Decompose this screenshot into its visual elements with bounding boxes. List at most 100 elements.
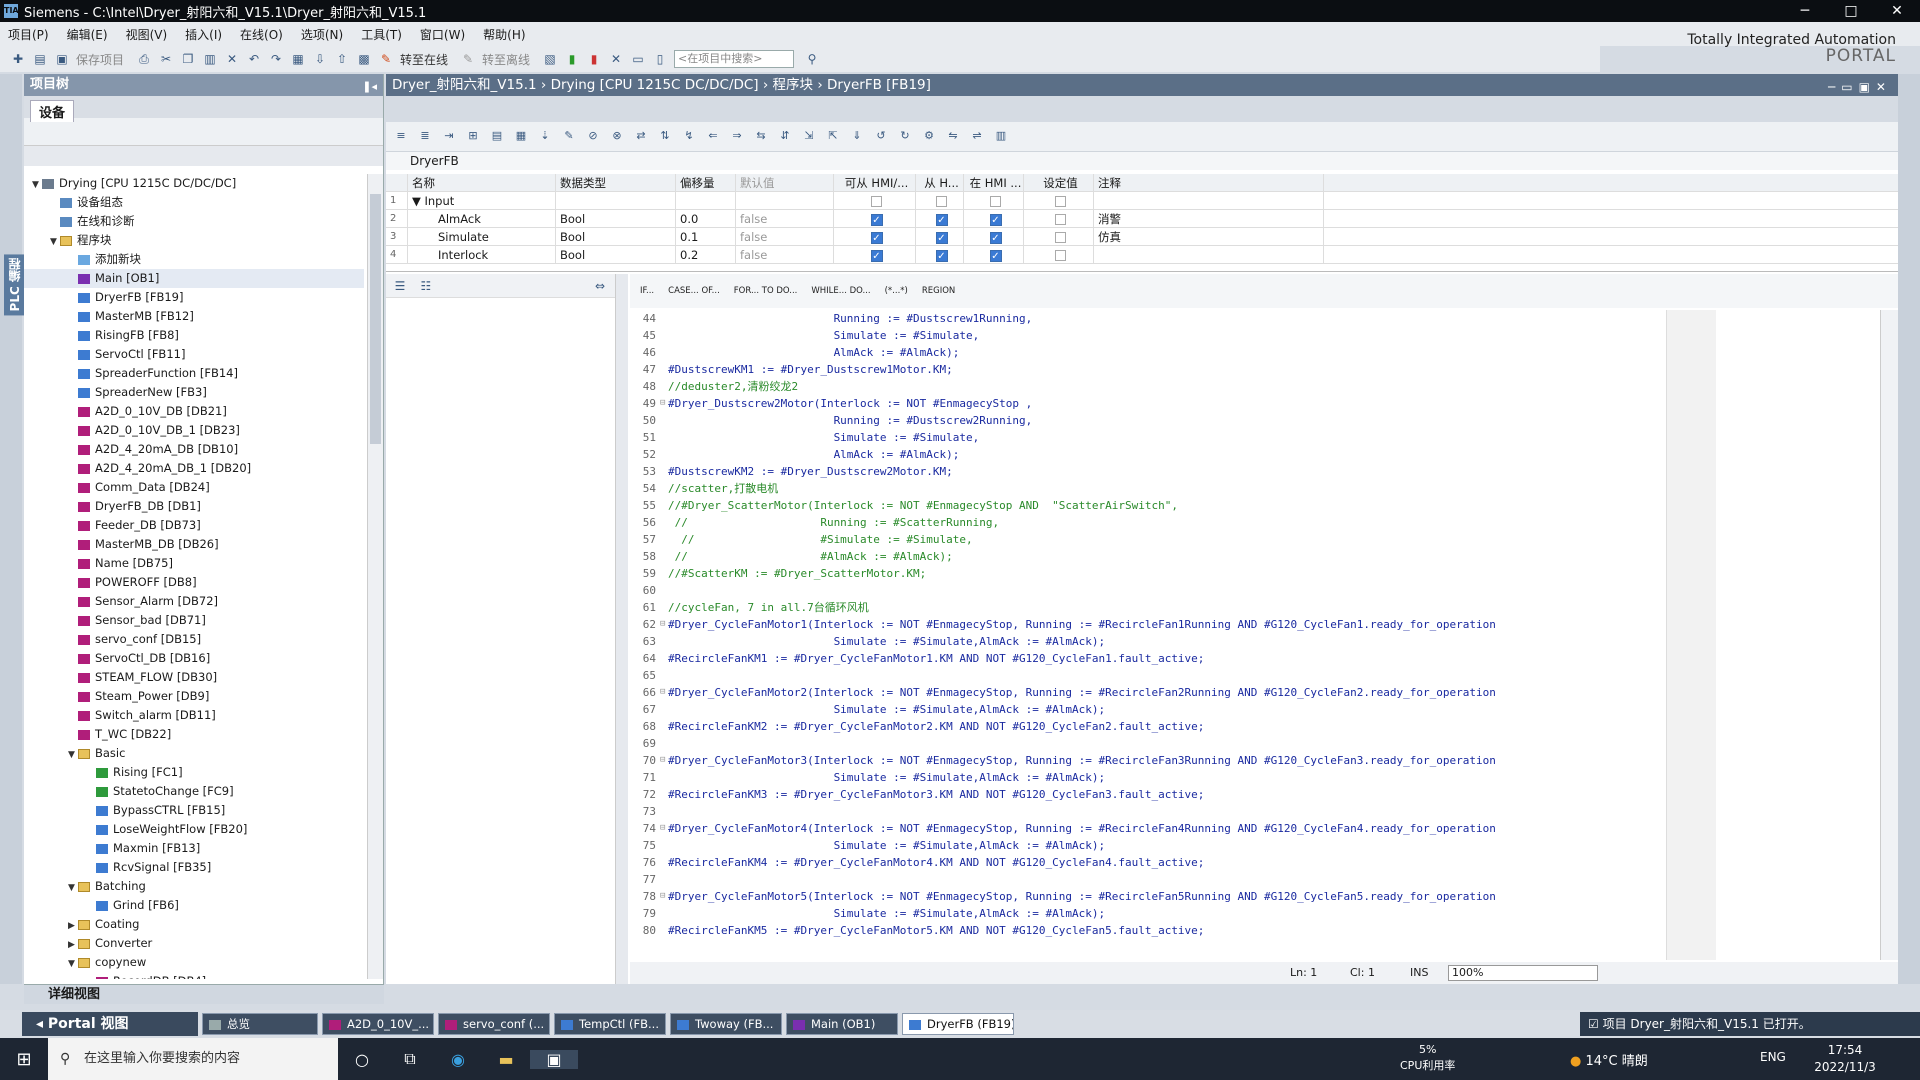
outline-list-icon[interactable]: ☷ <box>418 278 434 294</box>
scl-instruction-button[interactable]: CASE... OF... <box>668 286 720 296</box>
tree-item[interactable]: A2D_4_20mA_DB_1 [DB20] <box>24 459 364 478</box>
editor-tool-icon[interactable]: ↯ <box>680 129 698 145</box>
save-icon[interactable]: ▣ <box>54 51 70 67</box>
tree-item[interactable]: Sensor_Alarm [DB72] <box>24 592 364 611</box>
interface-column-header[interactable]: 名称 <box>408 174 556 191</box>
interface-cell-name[interactable]: ▼ Input <box>408 192 556 209</box>
maximize-button[interactable]: □ <box>1828 3 1874 19</box>
tree-item[interactable]: RcvSignal [FB35] <box>24 858 364 877</box>
interface-cell-comment[interactable]: 仿真 <box>1094 228 1324 245</box>
editor-tool-icon[interactable]: ⇒ <box>728 129 746 145</box>
project-search-input[interactable]: <在项目中搜索> <box>674 50 795 68</box>
undo-icon[interactable]: ↶ <box>246 51 262 67</box>
cut-icon[interactable]: ✂ <box>158 51 174 67</box>
scl-instruction-button[interactable]: WHILE... DO... <box>811 286 870 296</box>
tree-item[interactable]: Switch_alarm [DB11] <box>24 706 364 725</box>
editor-tool-icon[interactable]: ⇱ <box>824 129 842 145</box>
pane-splitter[interactable] <box>616 274 628 984</box>
weather-widget[interactable]: ● 14°C 晴朗 <box>1570 1050 1648 1069</box>
paste-icon[interactable]: ▥ <box>202 51 218 67</box>
tia-portal-taskbar-icon[interactable]: ▣ <box>530 1049 578 1069</box>
copy-icon[interactable]: ❐ <box>180 51 196 67</box>
interface-cell-comment[interactable] <box>1094 192 1324 209</box>
menu-item[interactable]: 视图(V) <box>126 26 168 43</box>
tree-item[interactable]: ▼ 程序块 <box>24 231 364 250</box>
interface-cell-default[interactable]: false <box>736 210 834 227</box>
tree-item[interactable]: StatetoChange [FC9] <box>24 782 364 801</box>
editor-tool-icon[interactable]: ≡ <box>392 129 410 145</box>
tree-item[interactable]: Name [DB75] <box>24 554 364 573</box>
editor-tool-icon[interactable]: ⊞ <box>464 129 482 145</box>
editor-tool-icon[interactable]: ⚙ <box>920 129 938 145</box>
menu-item[interactable]: 插入(I) <box>185 26 222 43</box>
tree-item[interactable]: A2D_4_20mA_DB [DB10] <box>24 440 364 459</box>
tree-scrollbar[interactable] <box>367 174 383 979</box>
editor-tab[interactable]: 总览 <box>202 1013 318 1035</box>
delete-icon[interactable]: ✕ <box>224 51 240 67</box>
editor-tab[interactable]: Main (OB1) <box>786 1013 898 1035</box>
tree-item[interactable]: SpreaderFunction [FB14] <box>24 364 364 383</box>
file-explorer-icon[interactable]: ▬ <box>482 1050 530 1069</box>
editor-tab[interactable]: DryerFB (FB19) <box>902 1013 1014 1035</box>
interface-cell-default[interactable]: false <box>736 228 834 245</box>
editor-tool-icon[interactable]: ⊘ <box>584 129 602 145</box>
system-clock[interactable]: 17:54 2022/11/3 <box>1800 1042 1890 1076</box>
taskbar-search[interactable]: ⚲ 在这里输入你要搜索的内容 <box>48 1038 338 1080</box>
tree-item[interactable]: ServoCtl [FB11] <box>24 345 364 364</box>
fold-toggle-icon[interactable]: ⊟ <box>660 888 668 905</box>
go-offline-button[interactable]: 转至离线 <box>482 51 530 68</box>
search-go-icon[interactable]: ⚲ <box>804 51 820 67</box>
interface-column-header[interactable]: 数据类型 <box>556 174 676 191</box>
interface-row[interactable]: 1 ▼ Input <box>386 192 1898 210</box>
editor-tool-icon[interactable]: ▤ <box>488 129 506 145</box>
tree-item[interactable]: 设备组态 <box>24 193 364 212</box>
interface-column-header[interactable]: 注释 <box>1094 174 1324 191</box>
compile-icon[interactable]: ▦ <box>290 51 306 67</box>
tree-item[interactable]: DryerFB [FB19] <box>24 288 364 307</box>
checkbox-set[interactable] <box>1055 214 1066 225</box>
tree-item[interactable]: Sensor_bad [DB71] <box>24 611 364 630</box>
cortana-icon[interactable]: ○ <box>338 1050 386 1069</box>
checkbox-hmi2[interactable]: ✓ <box>935 249 948 262</box>
tree-item[interactable]: ▶ Converter <box>24 934 364 953</box>
editor-tool-icon[interactable]: ⇆ <box>752 129 770 145</box>
upload-icon[interactable]: ⇧ <box>334 51 350 67</box>
edge-icon[interactable]: ◉ <box>434 1050 482 1069</box>
editor-tab[interactable]: Twoway (FB... <box>670 1013 782 1035</box>
open-project-icon[interactable]: ▤ <box>32 51 48 67</box>
checkbox-set[interactable] <box>1055 250 1066 261</box>
cross-ref-icon[interactable]: ✕ <box>608 51 624 67</box>
tree-item[interactable]: T_WC [DB22] <box>24 725 364 744</box>
menu-item[interactable]: 项目(P) <box>8 26 49 43</box>
tree-item[interactable]: Feeder_DB [DB73] <box>24 516 364 535</box>
editor-tool-icon[interactable]: ≣ <box>416 129 434 145</box>
menu-item[interactable]: 在线(O) <box>240 26 283 43</box>
fold-toggle-icon[interactable]: ⊟ <box>660 395 668 412</box>
detail-view-bar[interactable]: 详细视图 <box>24 984 384 1004</box>
interface-cell-offset[interactable]: 0.0 <box>676 210 736 227</box>
fold-toggle-icon[interactable]: ⊟ <box>660 684 668 701</box>
zoom-select[interactable]: 100% <box>1448 965 1598 981</box>
tree-item[interactable]: Grind [FB6] <box>24 896 364 915</box>
tree-item[interactable]: Maxmin [FB13] <box>24 839 364 858</box>
save-project-button[interactable]: 保存项目 <box>76 51 124 68</box>
checkbox-set[interactable] <box>1055 232 1066 243</box>
checkbox-hmi3[interactable]: ✓ <box>989 231 1002 244</box>
editor-tab[interactable]: A2D_0_10V_... <box>322 1013 434 1035</box>
editor-tool-icon[interactable]: ↻ <box>896 129 914 145</box>
checkbox-hmi2[interactable] <box>936 196 947 207</box>
tree-item[interactable]: LoseWeightFlow [FB20] <box>24 820 364 839</box>
outline-sync-icon[interactable]: ⇔ <box>592 278 608 294</box>
minimize-button[interactable]: ─ <box>1782 3 1828 19</box>
task-view-icon[interactable]: ⧉ <box>386 1049 434 1069</box>
interface-column-header[interactable]: 从 H... <box>916 174 964 191</box>
interface-column-header[interactable]: 默认值 <box>736 174 834 191</box>
interface-row[interactable]: 2 AlmAck Bool 0.0 false ✓ ✓ ✓ 消警 <box>386 210 1898 228</box>
interface-cell-offset[interactable]: 0.1 <box>676 228 736 245</box>
menu-item[interactable]: 选项(N) <box>301 26 343 43</box>
fold-toggle-icon[interactable]: ⊟ <box>660 752 668 769</box>
tree-item[interactable]: ▼ Basic <box>24 744 364 763</box>
portal-view-button[interactable]: ◂ Portal 视图 <box>22 1012 198 1036</box>
interface-cell-comment[interactable] <box>1094 246 1324 263</box>
download-icon[interactable]: ⇩ <box>312 51 328 67</box>
